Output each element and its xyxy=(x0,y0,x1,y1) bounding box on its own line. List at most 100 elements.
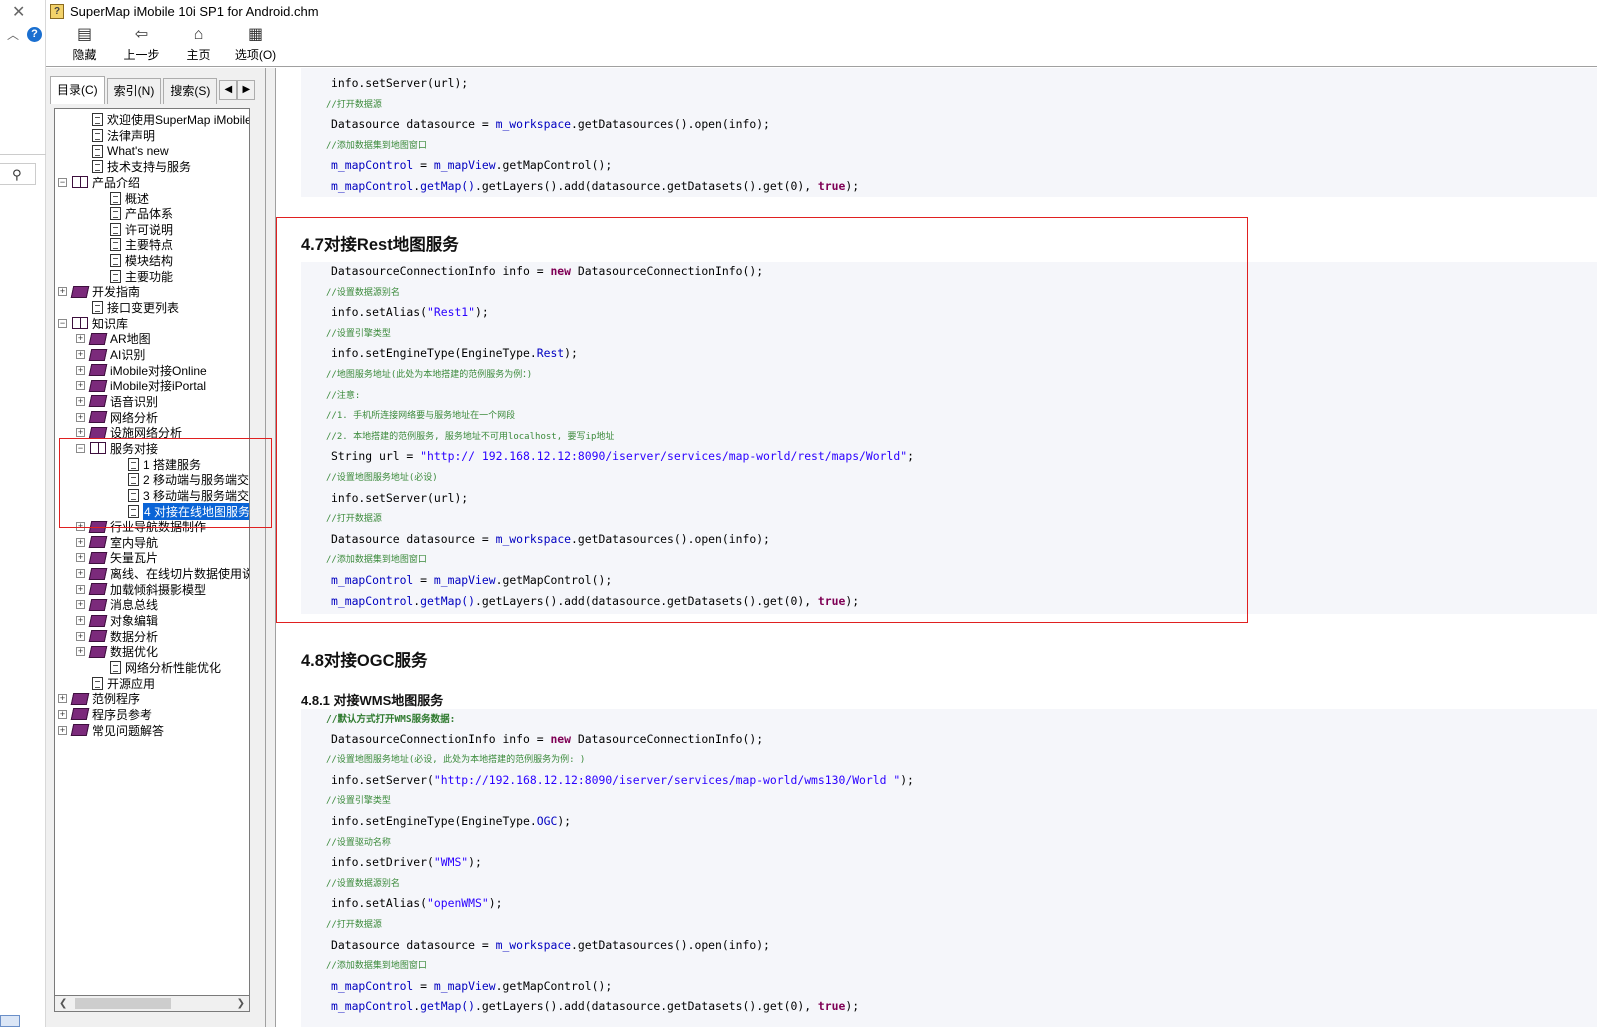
tree-horizontal-scrollbar[interactable]: ❮ ❯ xyxy=(54,996,250,1012)
tree-item[interactable]: 概述 xyxy=(94,190,149,206)
options-button[interactable]: ▦ 选项(O) xyxy=(227,22,284,66)
chevron-up-icon[interactable]: ︿ xyxy=(7,26,19,43)
search-box[interactable]: ⚲ xyxy=(0,163,36,185)
tree-item[interactable]: + AR地图 xyxy=(76,331,151,347)
tree-item[interactable]: − 产品介绍 xyxy=(58,175,140,191)
home-icon: ⌂ xyxy=(193,26,204,43)
tree-item[interactable]: + 范例程序 xyxy=(58,691,140,707)
tree-item[interactable]: + 数据优化 xyxy=(76,644,158,660)
collapse-icon[interactable]: − xyxy=(76,443,85,453)
tree-item[interactable]: 1 搭建服务 xyxy=(112,456,201,472)
expand-icon[interactable]: + xyxy=(76,553,85,563)
heading-4-8-1: 4.8.1 对接WMS地图服务 xyxy=(301,693,444,708)
tree-item[interactable]: + 数据分析 xyxy=(76,628,158,644)
collapse-icon[interactable]: − xyxy=(58,177,67,187)
expand-icon[interactable]: + xyxy=(76,522,85,532)
tree-item-label: 1 搭建服务 xyxy=(143,457,202,472)
tree-item[interactable]: + 加载倾斜摄影模型 xyxy=(76,582,206,598)
tree-item-label: 知识库 xyxy=(92,316,129,331)
expand-icon[interactable]: + xyxy=(76,350,85,360)
tree-item[interactable]: + iMobile对接Online xyxy=(76,362,207,378)
tree-item[interactable]: 主要特点 xyxy=(94,237,173,253)
tree-item[interactable]: + 行业导航数据制作 xyxy=(76,519,206,535)
tree-item[interactable]: − 知识库 xyxy=(58,315,128,331)
tree-item[interactable]: + 设施网络分析 xyxy=(76,425,182,441)
tree-item[interactable]: 主要功能 xyxy=(94,269,173,285)
expand-icon[interactable]: + xyxy=(76,600,85,610)
tree-item-label: 网络分析 xyxy=(110,410,159,425)
expand-icon[interactable]: + xyxy=(76,334,85,344)
expand-icon[interactable]: + xyxy=(58,725,67,735)
expand-icon[interactable]: + xyxy=(58,694,67,704)
code-line: Datasource datasource = m_workspace.getD… xyxy=(331,531,770,546)
expand-icon[interactable]: + xyxy=(76,412,85,422)
scrollbar-thumb[interactable] xyxy=(75,998,171,1009)
expand-icon[interactable]: + xyxy=(76,616,85,626)
code-line: m_mapControl = m_mapView.getMapControl()… xyxy=(331,573,613,587)
page-icon xyxy=(110,207,121,221)
expand-icon[interactable]: + xyxy=(76,428,85,438)
collapse-icon[interactable]: − xyxy=(58,318,67,328)
back-button[interactable]: ⇦ 上一步 xyxy=(113,22,170,66)
pane-splitter[interactable] xyxy=(266,68,276,1027)
tree-item[interactable]: 4 对接在线地图服务 xyxy=(112,501,249,521)
page-icon xyxy=(128,473,139,487)
tree-item[interactable]: What's new xyxy=(76,143,169,159)
tab-scroll-right-icon[interactable]: ▶ xyxy=(237,80,256,100)
code-line: String url = "http:// 192.168.12.12:8090… xyxy=(331,449,914,464)
home-button[interactable]: ⌂ 主页 xyxy=(170,22,227,66)
tree-item-label: 开发指南 xyxy=(92,285,141,300)
tab-contents[interactable]: 目录(C) xyxy=(50,76,105,104)
expand-icon[interactable]: + xyxy=(76,569,85,579)
tree-item[interactable]: + 矢量瓦片 xyxy=(76,550,158,566)
code-line: m_mapControl.getMap().getLayers().add(da… xyxy=(331,179,860,193)
tree-item[interactable]: + AI识别 xyxy=(76,347,145,363)
expand-icon[interactable]: + xyxy=(76,396,85,406)
tab-search[interactable]: 搜索(S) xyxy=(163,78,218,104)
tab-scroll-left-icon[interactable]: ◀ xyxy=(219,80,238,100)
tree-item[interactable]: + 语音识别 xyxy=(76,394,158,410)
expand-icon[interactable]: + xyxy=(76,647,85,657)
tree-item[interactable]: 2 移动端与服务端交互 xyxy=(112,472,249,488)
tree-item[interactable]: − 服务对接 xyxy=(76,441,158,457)
tree-item[interactable]: + 室内导航 xyxy=(76,535,158,551)
tree-item[interactable]: + 网络分析 xyxy=(76,409,158,425)
expand-icon[interactable]: + xyxy=(76,365,85,375)
scroll-right-icon[interactable]: ❯ xyxy=(237,996,245,1011)
tree-item[interactable]: + iMobile对接iPortal xyxy=(76,378,206,394)
tree-item[interactable]: + 消息总线 xyxy=(76,597,158,613)
tree-item[interactable]: 技术支持与服务 xyxy=(76,159,191,175)
tree-item[interactable]: 3 移动端与服务端交互 xyxy=(112,488,249,504)
code-line: info.setEngineType(EngineType.Rest); xyxy=(331,346,578,361)
tree-item[interactable]: 法律声明 xyxy=(76,128,155,144)
tree-item-label: 许可说明 xyxy=(125,222,174,237)
tree-item[interactable]: + 开发指南 xyxy=(58,284,140,300)
tree-item[interactable]: + 离线、在线切片数据使用说 xyxy=(76,566,249,582)
tree-item[interactable]: + 对象编辑 xyxy=(76,613,158,629)
tree-item[interactable]: 产品体系 xyxy=(94,206,173,222)
tree-item[interactable]: 接口变更列表 xyxy=(76,300,179,316)
expand-icon[interactable]: + xyxy=(58,287,67,297)
tree-item[interactable]: 欢迎使用SuperMap iMobile 是 xyxy=(76,112,249,128)
tree-item-label: 对象编辑 xyxy=(110,614,159,629)
contents-tree[interactable]: 欢迎使用SuperMap iMobile 是法律声明What's new技术支持… xyxy=(54,108,250,996)
scroll-left-icon[interactable]: ❮ xyxy=(59,996,67,1011)
expand-icon[interactable]: + xyxy=(58,709,67,719)
tree-item[interactable]: 开源应用 xyxy=(76,675,155,691)
expand-icon[interactable]: + xyxy=(76,631,85,641)
expand-icon[interactable]: + xyxy=(76,381,85,391)
tab-index[interactable]: 索引(N) xyxy=(106,78,162,104)
page-icon xyxy=(110,238,121,252)
tree-item[interactable]: + 常见问题解答 xyxy=(58,722,164,738)
tree-item[interactable]: 模块结构 xyxy=(94,253,173,269)
expand-icon[interactable]: + xyxy=(76,584,85,594)
tree-item[interactable]: 许可说明 xyxy=(94,222,173,238)
search-icon: ⚲ xyxy=(12,167,22,182)
close-icon[interactable]: ✕ xyxy=(12,2,25,22)
taskbar-thumbnail[interactable] xyxy=(0,1015,20,1027)
help-icon[interactable]: ? xyxy=(27,27,42,42)
expand-icon[interactable]: + xyxy=(76,537,85,547)
tree-item[interactable]: 网络分析性能优化 xyxy=(94,660,221,676)
tree-item[interactable]: + 程序员参考 xyxy=(58,707,152,723)
hide-button[interactable]: ▤ 隐藏 xyxy=(56,22,113,66)
